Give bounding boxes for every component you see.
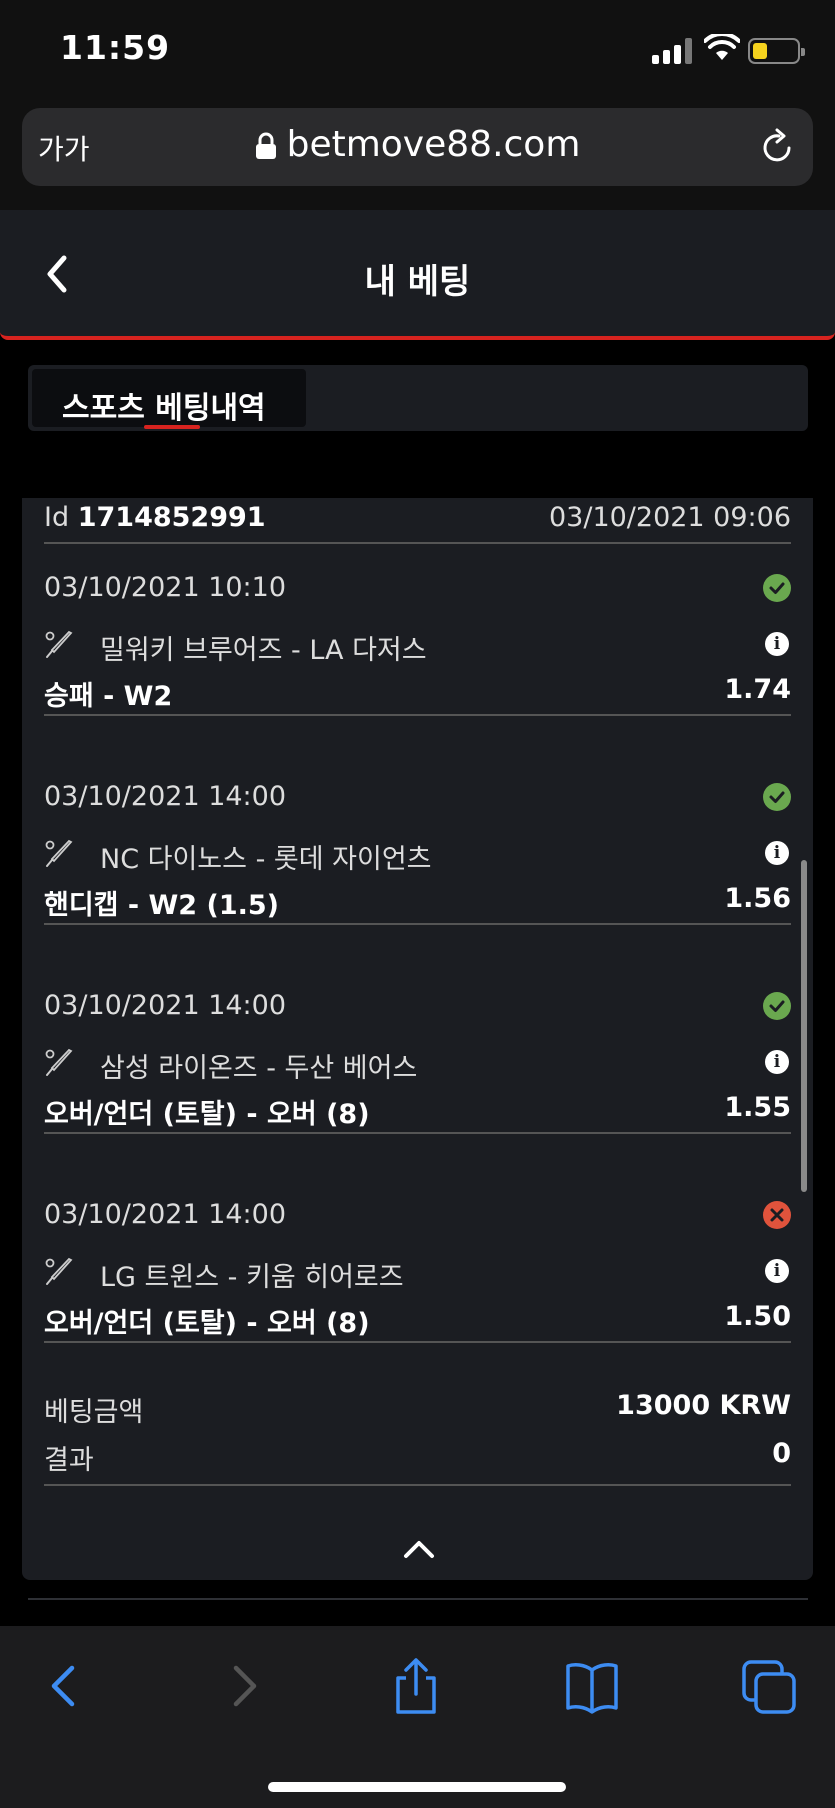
selection-datetime: 03/10/2021 14:00 [44,1199,287,1230]
selection-odds: 1.50 [724,1301,791,1332]
info-icon[interactable]: i [765,841,789,865]
selection-market: 오버/언더 (토탈) - 오버 (8) [44,1099,370,1130]
tab-label: 스포츠 베팅내역 [62,391,266,426]
result-row: 결과 0 [44,1438,791,1478]
stake-row: 베팅금액 13000 KRW [44,1390,791,1430]
selection-row: 03/10/2021 14:00 삼성 라이온즈 - 두산 베어스 i 오버/언… [44,964,791,1134]
url-host-text: betmove88.com [286,124,581,165]
selection-market: 오버/언더 (토탈) - 오버 (8) [44,1308,370,1339]
bet-summary: 베팅금액 13000 KRW 결과 0 [44,1390,791,1486]
bet-id-prefix: Id [44,502,70,533]
selection-match: NC 다이노스 - 롯데 자이언츠 [100,844,432,875]
baseball-bat-icon [45,1048,73,1076]
bet-id: Id 1714852991 [44,502,266,533]
selection-odds: 1.55 [724,1092,791,1123]
selection-match: 밀워키 브루어즈 - LA 다저스 [100,635,427,666]
browser-address-area: 가가 betmove88.com [0,100,835,210]
browser-forward-icon[interactable] [214,1656,274,1716]
browser-toolbar [0,1626,835,1808]
won-check-icon [763,574,791,602]
info-icon[interactable]: i [765,1259,789,1283]
wifi-icon [704,34,740,60]
collapse-chevron-up-icon[interactable] [403,1538,435,1560]
tab-active-indicator [144,425,200,429]
cellular-signal-icon [652,38,694,64]
tab-sports-bets[interactable]: 스포츠 베팅내역 [32,369,306,429]
info-icon[interactable]: i [765,1050,789,1074]
bookmarks-icon[interactable] [562,1656,622,1716]
address-bar[interactable]: 가가 betmove88.com [22,108,813,186]
baseball-bat-icon [45,630,73,658]
selection-match: 삼성 라이온즈 - 두산 베어스 [100,1053,418,1084]
selection-market: 승패 - W2 [44,681,173,712]
scrollbar[interactable] [801,860,807,1192]
lost-x-icon [763,1201,791,1229]
stake-value: 13000 KRW [616,1390,791,1421]
result-label: 결과 [44,1445,94,1476]
selection-row: 03/10/2021 10:10 밀워키 브루어즈 - LA 다저스 i 승패 … [44,546,791,716]
selection-match: LG 트윈스 - 키움 히어로즈 [100,1262,404,1293]
baseball-bat-icon [45,1257,73,1285]
selection-odds: 1.74 [724,674,791,705]
selection-market: 핸디캡 - W2 (1.5) [44,890,280,921]
reload-icon[interactable] [759,128,795,166]
tabs-icon[interactable] [740,1656,800,1716]
battery-icon [748,38,805,64]
tab-strip: 스포츠 베팅내역 [28,365,808,431]
selection-datetime: 03/10/2021 10:10 [44,572,287,603]
result-value: 0 [772,1438,791,1469]
bet-placed-date: 03/10/2021 09:06 [548,502,791,533]
app-header: 내 베팅 [0,210,835,340]
selection-odds: 1.56 [724,883,791,914]
won-check-icon [763,992,791,1020]
bet-id-row: Id 1714852991 03/10/2021 09:06 [44,498,791,544]
page-title: 내 베팅 [364,262,471,302]
bet-card: Id 1714852991 03/10/2021 09:06 03/10/202… [22,498,813,1580]
won-check-icon [763,783,791,811]
selection-datetime: 03/10/2021 14:00 [44,781,287,812]
selection-row: 03/10/2021 14:00 LG 트윈스 - 키움 히어로즈 i 오버/언… [44,1173,791,1343]
home-indicator [268,1782,566,1792]
selection-datetime: 03/10/2021 14:00 [44,990,287,1021]
lock-icon [255,132,276,159]
share-icon[interactable] [386,1656,446,1716]
url-display[interactable]: betmove88.com [22,124,813,165]
status-bar: 11:59 [0,0,835,100]
info-icon[interactable]: i [765,632,789,656]
stake-label: 베팅금액 [44,1397,144,1428]
browser-back-icon[interactable] [34,1656,94,1716]
baseball-bat-icon [45,839,73,867]
selection-row: 03/10/2021 14:00 NC 다이노스 - 롯데 자이언츠 i 핸디캡… [44,755,791,925]
divider [28,1598,808,1600]
bet-id-value: 1714852991 [77,502,266,533]
status-time: 11:59 [60,28,171,67]
